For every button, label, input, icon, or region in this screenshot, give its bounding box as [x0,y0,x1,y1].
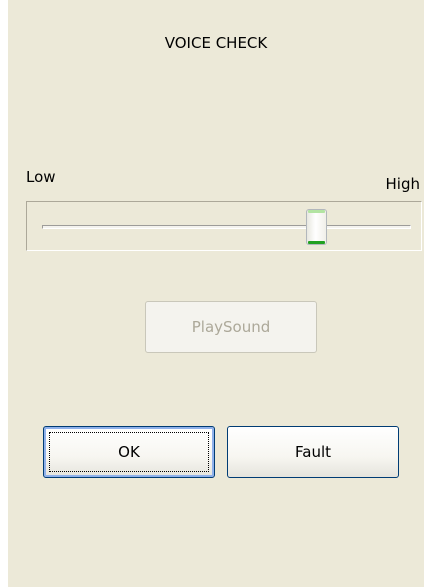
slider-low-label: Low [26,168,56,186]
play-sound-label: PlaySound [191,318,271,336]
dialog-title: VOICE CHECK [164,34,268,52]
voice-check-dialog: VOICE CHECK Low High PlaySound OK Fault [8,0,424,587]
slider-track[interactable] [42,225,411,229]
volume-slider[interactable] [26,201,422,251]
fault-label: Fault [295,443,331,461]
slider-high-label: High [385,175,420,193]
slider-thumb[interactable] [306,209,328,245]
play-sound-button[interactable]: PlaySound [145,301,317,353]
fault-button[interactable]: Fault [227,426,399,478]
focus-indicator [49,432,209,472]
ok-button[interactable]: OK [43,426,215,478]
